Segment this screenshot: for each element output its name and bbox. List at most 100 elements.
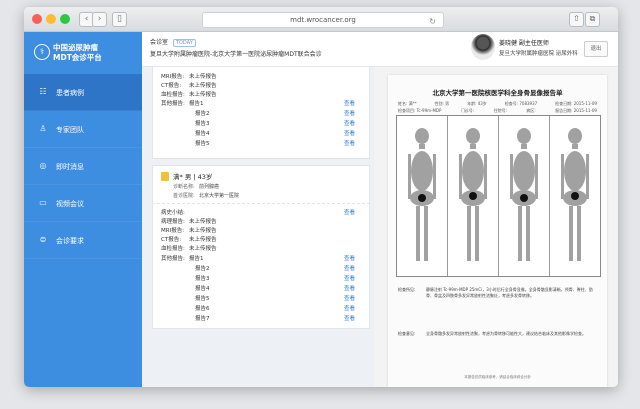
report-label: 其他报告: — [161, 256, 185, 262]
report-value: 未上传报告 — [189, 219, 217, 225]
report-row: 报告5 — [161, 294, 210, 302]
video-icon: ▭ — [39, 198, 47, 207]
view-link[interactable]: 查看 — [344, 254, 355, 262]
bone-scan-image — [550, 116, 600, 276]
room-tag: TODAY — [172, 39, 196, 47]
findings-label: 检查所见: — [398, 287, 416, 292]
report-row: 报告3 — [161, 274, 210, 282]
patient-info-row: 诊断名称: 前列腺癌 — [173, 183, 219, 190]
brand-logo-icon: ⚕ — [34, 44, 50, 60]
sidebar-item-messages[interactable]: ◎ 即时消息 — [24, 148, 142, 185]
logout-button[interactable]: 退出 — [584, 41, 608, 57]
report-row: 报告5 — [161, 139, 210, 147]
patient-title: 满* 男 | 43岁 — [173, 173, 213, 181]
summary-row: 病史小结: — [161, 208, 189, 216]
report-value: 报告3 — [195, 276, 210, 282]
bone-scan-image — [397, 116, 448, 276]
sidebar-item-label: 会诊要求 — [56, 237, 84, 245]
case-list[interactable]: MRI报告: 未上传报告 CT报告: 未上传报告 血检报告: 未上传报告 其他报告: 报… — [142, 67, 372, 387]
conclusion-text: 全身骨骼多发异常放射性浓聚，考虑为骨转移可能性大，建议结合临床及其他影像学检查。 — [426, 331, 586, 336]
page-header: 会诊室 TODAY 复旦大学附属肿瘤医院-北京大学第一医院泌尿肿瘤MDT联合会诊… — [142, 32, 618, 67]
reload-icon[interactable]: ↻ — [429, 15, 436, 29]
report-label: 血检报告: — [161, 246, 185, 252]
report-value: 报告2 — [195, 266, 210, 272]
report-row: 其他报告: 报告1 — [161, 99, 204, 107]
report-value: 报告4 — [195, 131, 210, 137]
tabs-overview-icon[interactable]: ⧉ — [585, 12, 600, 27]
close-window-button[interactable] — [32, 14, 42, 24]
view-link[interactable]: 查看 — [344, 284, 355, 292]
report-meta-item: 检查日期: 2015-11-09 — [555, 101, 597, 106]
patient-info-row: 首诊医院: 北京大学第一医院 — [173, 192, 239, 199]
report-meta-item: 年龄: 43岁 — [467, 101, 487, 106]
report-value: 未上传报告 — [189, 74, 217, 80]
patient-info-value: 北京大学第一医院 — [199, 193, 240, 199]
report-value: 报告1 — [189, 101, 204, 107]
patient-card[interactable]: 满* 男 | 43岁 诊断名称: 前列腺癌 首诊医院: 北京大学第一医院 — [152, 165, 370, 207]
report-row: 报告2 — [161, 109, 210, 117]
report-value: 报告6 — [195, 306, 210, 312]
report-value: 报告5 — [195, 141, 210, 147]
view-link[interactable]: 查看 — [344, 294, 355, 302]
sidebar-menu: ☷ 患者病例 ♙ 专家团队 ◎ 即时消息 ▭ 视频会议 ⊜ 会诊要求 — [24, 74, 142, 259]
bone-scan-images — [396, 115, 601, 277]
doctor-name: 姜晓健 副主任医师 — [499, 40, 549, 47]
view-link[interactable]: 查看 — [344, 274, 355, 282]
report-row: 报告3 — [161, 119, 210, 127]
report-row: 病理报告: 未上传报告 — [161, 217, 217, 225]
report-footer: 本报告仅供临床参考，请结合临床综合分析 — [464, 375, 531, 379]
share-icon[interactable]: ⇧ — [569, 12, 584, 27]
report-viewer[interactable]: 北京大学第一医院核医学科全身骨显像报告单 姓名: 满** 性别: 男 年龄: 4… — [374, 67, 618, 387]
report-value: 报告1 — [189, 256, 204, 262]
address-bar[interactable]: mdt.wrocancer.org ↻ — [202, 12, 444, 28]
sidebar: ⚕ 中国泌尿肿瘤 MDT会诊平台 ☷ 患者病例 ♙ 专家团队 ◎ 即时消息 ▭ … — [24, 32, 142, 387]
minimize-window-button[interactable] — [46, 14, 56, 24]
report-meta: 检查项目: Tc-99m-MDP 门诊号: 住院号: 病区: 报告日期: 201… — [398, 108, 597, 114]
report-value: 报告2 — [195, 111, 210, 117]
report-value: 未上传报告 — [189, 246, 217, 252]
report-meta: 姓名: 满** 性别: 男 年龄: 43岁 检查号: 7083937 检查日期:… — [398, 101, 597, 107]
sidebar-item-video[interactable]: ▭ 视频会议 — [24, 185, 142, 222]
forward-arrow-icon[interactable]: › — [92, 12, 107, 27]
request-icon: ⊜ — [39, 235, 47, 244]
report-meta-item: 病区: — [526, 108, 536, 113]
report-row: 报告7 — [161, 314, 210, 322]
main-content: MRI报告: 未上传报告 CT报告: 未上传报告 血检报告: 未上传报告 其他报告: 报… — [142, 67, 618, 387]
experts-icon: ♙ — [39, 124, 47, 133]
bone-scan-image — [499, 116, 550, 276]
zoom-window-button[interactable] — [60, 14, 70, 24]
report-meta-item: 住院号: — [493, 108, 507, 113]
view-link[interactable]: 查看 — [344, 99, 355, 107]
report-value: 未上传报告 — [189, 228, 217, 234]
sidebar-item-cases[interactable]: ☷ 患者病例 — [24, 74, 142, 111]
conclusion-label: 检查意见: — [398, 331, 416, 336]
report-meta-item: 性别: 男 — [434, 101, 450, 106]
findings-text: 静脉注射 Tc-99m-MDP 25mCi，3小时后行全身骨显像。全身骨骼显影清… — [426, 287, 593, 298]
browser-window: ‹ › ▯ mdt.wrocancer.org ↻ ⇧ ⧉ ⚕ 中国泌尿肿瘤 M… — [24, 7, 618, 387]
case-card: 病史小结: 查看 病理报告: 未上传报告 MRI报告: 未上传报告 CT报告: 未上传… — [152, 203, 370, 329]
report-row: MRI报告: 未上传报告 — [161, 72, 217, 80]
report-meta-item: 姓名: 满** — [398, 101, 417, 106]
sidebar-item-label: 患者病例 — [56, 89, 84, 97]
view-link[interactable]: 查看 — [344, 264, 355, 272]
report-label: 血检报告: — [161, 92, 185, 98]
view-link[interactable]: 查看 — [344, 109, 355, 117]
view-link[interactable]: 查看 — [344, 314, 355, 322]
sidebar-item-label: 专家团队 — [56, 126, 84, 134]
view-link[interactable]: 查看 — [344, 119, 355, 127]
report-meta-item: 报告日期: 2015-11-09 — [555, 108, 597, 113]
view-link[interactable]: 查看 — [344, 139, 355, 147]
doctor-hospital: 复旦大学附属肿瘤医院 泌尿外科 — [499, 51, 578, 57]
report-value: 未上传报告 — [189, 92, 217, 98]
sidebar-item-experts[interactable]: ♙ 专家团队 — [24, 111, 142, 148]
room-name: 复旦大学附属肿瘤医院-北京大学第一医院泌尿肿瘤MDT联合会诊 — [150, 51, 322, 58]
room-label: 会诊室 TODAY — [150, 37, 196, 47]
report-value: 未上传报告 — [189, 83, 217, 89]
sidebar-item-requests[interactable]: ⊜ 会诊要求 — [24, 222, 142, 259]
bone-scan-image — [448, 116, 499, 276]
report-value: 报告4 — [195, 286, 210, 292]
sidebar-toggle-icon[interactable]: ▯ — [112, 12, 127, 27]
view-link[interactable]: 查看 — [344, 304, 355, 312]
view-link[interactable]: 查看 — [344, 129, 355, 137]
view-link[interactable]: 查看 — [344, 208, 355, 216]
